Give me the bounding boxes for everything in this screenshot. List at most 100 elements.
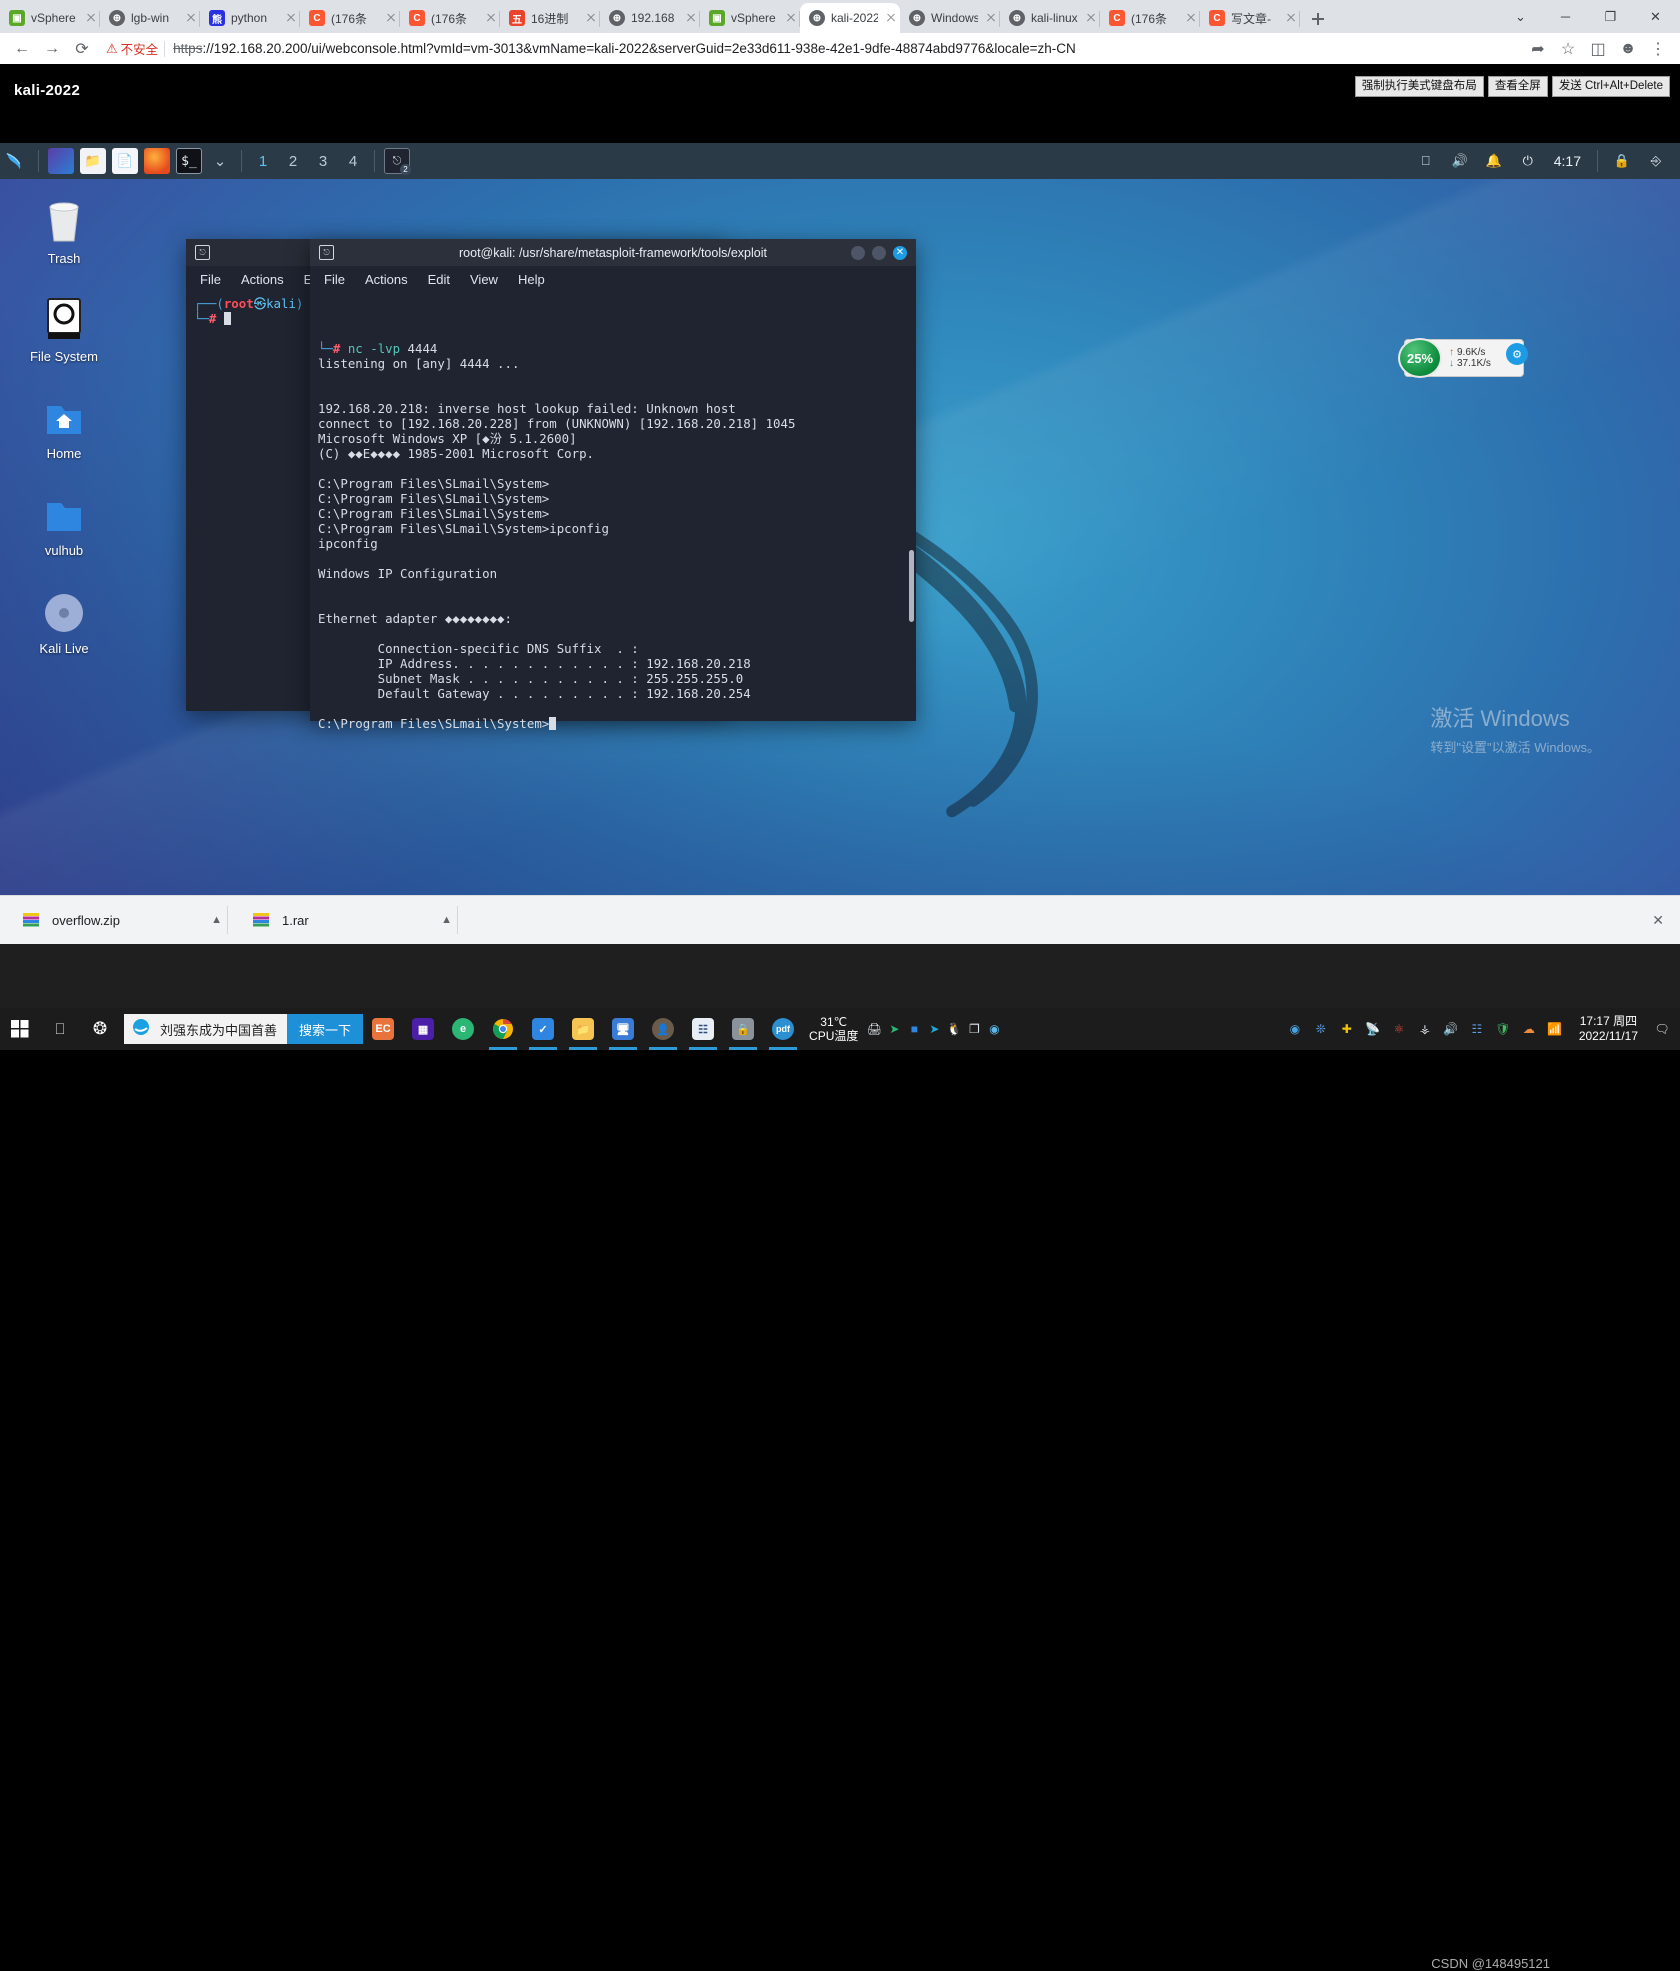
minimize-button[interactable]: ─ xyxy=(1543,0,1588,33)
maximize-button[interactable]: ❐ xyxy=(1588,0,1633,33)
notification-icon[interactable]: 🔔 xyxy=(1481,148,1507,174)
menu-help[interactable]: Help xyxy=(518,272,545,287)
browser-tab-8[interactable]: ⊕ kali-2022 xyxy=(800,3,900,33)
browser-tab-10[interactable]: ⊕ kali-linux xyxy=(1000,3,1100,33)
explorer-icon[interactable]: 📁 xyxy=(563,1008,603,1050)
vmware-icon[interactable]: 🖥 xyxy=(603,1008,643,1050)
todo-icon[interactable]: ■ xyxy=(904,1019,924,1039)
terminal-icon[interactable]: $_ xyxy=(176,148,202,174)
tab-close-icon[interactable] xyxy=(784,11,798,25)
browser-tab-11[interactable]: C (176条 xyxy=(1100,3,1200,33)
terminal-output[interactable]: └─# nc -lvp 4444 listening on [any] 4444 … xyxy=(310,292,916,731)
browser-tab-1[interactable]: ⊕ lgb-win xyxy=(100,3,200,33)
send-ctrl-alt-delete-button[interactable]: 发送 Ctrl+Alt+Delete xyxy=(1551,76,1670,97)
chevron-down-icon[interactable]: ⌄ xyxy=(205,148,235,174)
cpu-temperature-widget[interactable]: 31℃ CPU温度 xyxy=(809,1015,858,1043)
menu-view[interactable]: View xyxy=(470,272,498,287)
tab-close-icon[interactable] xyxy=(884,11,898,25)
menu-file[interactable]: File xyxy=(200,272,221,287)
address-bar[interactable]: ⚠ 不安全 https://192.168.20.200/ui/webconso… xyxy=(98,36,1522,62)
new-tab-button[interactable] xyxy=(1304,5,1332,33)
terminal-task-icon[interactable]: ⎋ 2 xyxy=(384,148,411,175)
share-icon[interactable]: ➦ xyxy=(1524,35,1552,63)
minimize-button[interactable] xyxy=(851,245,865,260)
force-us-keyboard-button[interactable]: 强制执行美式键盘布局 xyxy=(1354,76,1484,97)
lock-icon[interactable]: 🔒 xyxy=(1609,148,1635,174)
telegram-icon[interactable]: ➤ xyxy=(884,1019,904,1039)
close-window-button[interactable]: ✕ xyxy=(1633,0,1678,33)
power-icon[interactable]: ⏻ xyxy=(1515,148,1541,174)
tab-close-icon[interactable] xyxy=(1284,11,1298,25)
terminal-titlebar[interactable]: ⎋ root@kali: /usr/share/metasploit-frame… xyxy=(310,239,916,266)
text-editor-icon[interactable]: 📄 xyxy=(112,148,138,174)
close-icon[interactable]: ✕ xyxy=(1652,912,1664,929)
volume-icon[interactable]: 🔊 xyxy=(1441,1019,1461,1039)
tab-close-icon[interactable] xyxy=(684,11,698,25)
reload-button[interactable]: ⟳ xyxy=(68,35,96,63)
user-avatar-icon[interactable]: 👤 xyxy=(643,1008,683,1050)
browser-tab-2[interactable]: 熊 python xyxy=(200,3,300,33)
kali-dragon-icon[interactable] xyxy=(3,148,29,174)
cloud-icon[interactable]: ☁ xyxy=(1519,1019,1539,1039)
desktop-icon-kali-live[interactable]: Kali Live xyxy=(4,583,124,656)
usb-icon[interactable]: ⚶ xyxy=(1415,1019,1435,1039)
desktop-icon-file-system[interactable]: File System xyxy=(4,291,124,364)
download-item[interactable]: overflow.zip ▲ xyxy=(14,902,228,938)
ie-search-button[interactable]: 搜索一下 xyxy=(287,1014,364,1044)
browser-tab-9[interactable]: ⊕ Windows xyxy=(900,3,1000,33)
shield-icon[interactable]: ❊ xyxy=(1311,1019,1331,1039)
network-icon[interactable]: ☷ xyxy=(1467,1019,1487,1039)
folder-icon[interactable]: 📁 xyxy=(80,148,106,174)
menu-actions[interactable]: Actions xyxy=(365,272,408,287)
volume-icon[interactable]: 🔊 xyxy=(1447,148,1473,174)
workspace-4[interactable]: 4 xyxy=(338,148,368,174)
chevron-up-icon[interactable]: ▲ xyxy=(211,914,222,926)
todo-icon[interactable]: ✓ xyxy=(523,1008,563,1050)
back-button[interactable]: ← xyxy=(8,35,36,63)
star-icon[interactable]: ☆ xyxy=(1554,35,1582,63)
logout-icon[interactable]: ⎆ xyxy=(1643,148,1669,174)
browser-tab-3[interactable]: C (176条 xyxy=(300,3,400,33)
download-item[interactable]: 1.rar ▲ xyxy=(244,902,458,938)
terminal-scrollbar[interactable] xyxy=(909,550,914,622)
tab-search-button[interactable]: ⌄ xyxy=(1498,0,1543,33)
tab-close-icon[interactable] xyxy=(284,11,298,25)
desktop-icon-trash[interactable]: Trash xyxy=(4,193,124,266)
desktop-icon-vulhub[interactable]: vulhub xyxy=(4,485,124,558)
task-view-icon[interactable]: ⎕ xyxy=(40,1008,80,1050)
cpu-usage-badge[interactable]: 25% xyxy=(1398,338,1442,378)
steam-icon[interactable]: ◉ xyxy=(984,1019,1004,1039)
terminal-window-active[interactable]: ⎋ root@kali: /usr/share/metasploit-frame… xyxy=(310,239,916,731)
chip-icon[interactable]: ▦ xyxy=(403,1008,443,1050)
forward-button[interactable]: → xyxy=(38,35,66,63)
ie-search-box[interactable]: 刘强东成为中国首善 搜索一下 xyxy=(124,1014,364,1044)
search-icon[interactable]: ❂ xyxy=(80,1008,120,1050)
satellite-icon[interactable]: 📡 xyxy=(1363,1019,1383,1039)
menu-file[interactable]: File xyxy=(324,272,345,287)
network-tool-icon[interactable]: ☷ xyxy=(683,1008,723,1050)
maximize-button[interactable] xyxy=(872,245,886,260)
widget-badge-icon[interactable]: ⚙ xyxy=(1506,343,1528,365)
profile-icon[interactable]: ☻ xyxy=(1614,35,1642,63)
qq-icon[interactable]: 🐧 xyxy=(944,1019,964,1039)
defender-icon[interactable]: 🛡 xyxy=(1493,1019,1513,1039)
copy-icon[interactable]: ❐ xyxy=(964,1019,984,1039)
tab-close-icon[interactable] xyxy=(1084,11,1098,25)
workspace-2[interactable]: 2 xyxy=(278,148,308,174)
plus-icon[interactable]: ✚ xyxy=(1337,1019,1357,1039)
desktop-icon-home[interactable]: Home xyxy=(4,388,124,461)
browser-tab-4[interactable]: C (176条 xyxy=(400,3,500,33)
notification-icon[interactable]: 🗨 xyxy=(1652,1019,1672,1039)
browser-tab-5[interactable]: 五 16进制 xyxy=(500,3,600,33)
tab-close-icon[interactable] xyxy=(384,11,398,25)
fullscreen-button[interactable]: 查看全屏 xyxy=(1487,76,1548,97)
atom-icon[interactable]: ⚛ xyxy=(1389,1019,1409,1039)
workspace-3[interactable]: 3 xyxy=(308,148,338,174)
tab-close-icon[interactable] xyxy=(84,11,98,25)
browser-tab-6[interactable]: ⊕ 192.168 xyxy=(600,3,700,33)
browser-tab-12[interactable]: C 写文章- xyxy=(1200,3,1300,33)
tab-close-icon[interactable] xyxy=(1184,11,1198,25)
extension-icon[interactable]: ◫ xyxy=(1584,35,1612,63)
firefox-icon[interactable] xyxy=(144,148,170,174)
security-icon[interactable]: 🔒 xyxy=(723,1008,763,1050)
